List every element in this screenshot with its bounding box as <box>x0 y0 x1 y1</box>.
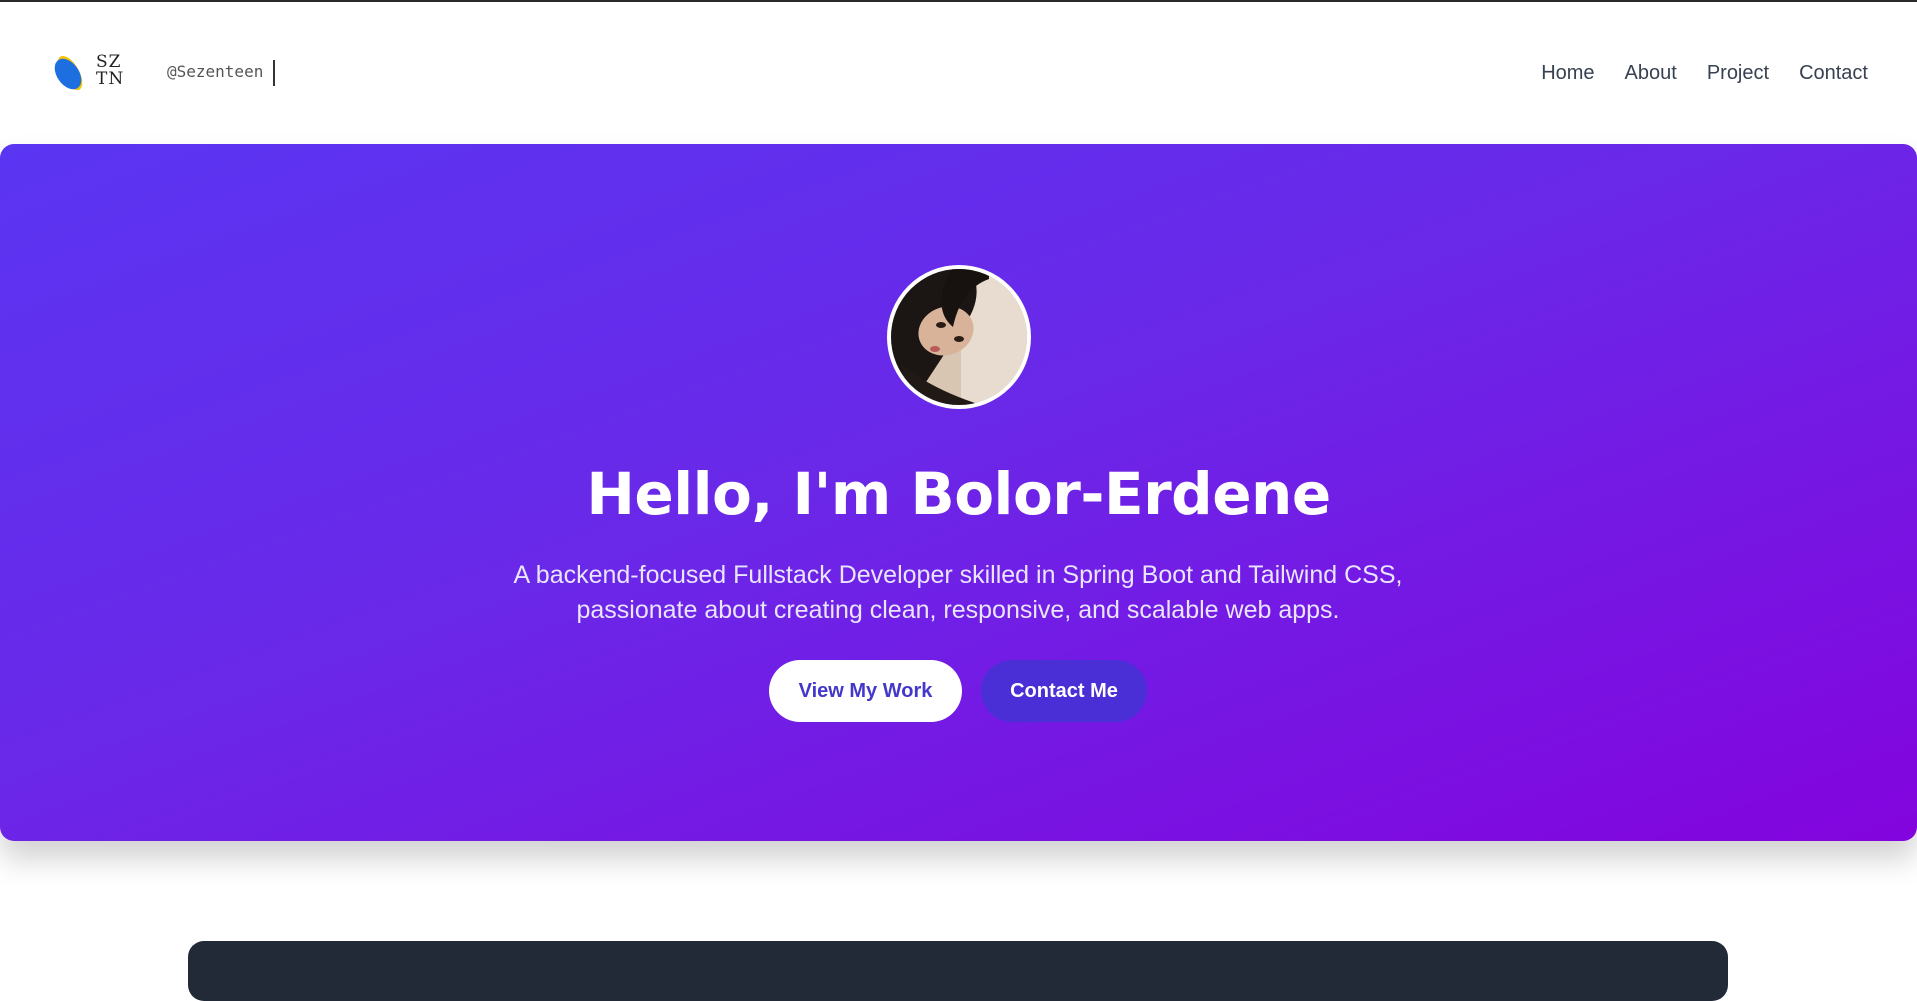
contact-me-button[interactable]: Contact Me <box>981 660 1147 722</box>
hero-subtitle-line1: A backend-focused Fullstack Developer sk… <box>513 561 1403 589</box>
typing-cursor <box>273 60 275 86</box>
hero-section: Hello, I'm Bolor-Erdene A backend-focuse… <box>0 144 1917 841</box>
logo-icon[interactable] <box>52 52 88 94</box>
handle-text: @Sezenteen <box>167 62 264 81</box>
main-nav: Home About Project Contact <box>1541 62 1868 85</box>
hero-title: Hello, I'm Bolor-Erdene <box>586 460 1331 528</box>
nav-project[interactable]: Project <box>1707 62 1769 85</box>
logo-text-line2: TN <box>96 69 125 89</box>
profile-photo <box>891 269 1027 405</box>
nav-home[interactable]: Home <box>1541 62 1594 85</box>
site-header: SZ TN @Sezenteen Home About Project Cont… <box>0 2 1917 144</box>
nav-about[interactable]: About <box>1625 62 1677 85</box>
logo-text: SZ TN <box>96 54 124 88</box>
view-my-work-button[interactable]: View My Work <box>769 660 962 722</box>
hero-subtitle: A backend-focused Fullstack Developer sk… <box>458 558 1458 628</box>
hero-subtitle-line2: passionate about creating clean, respons… <box>576 596 1340 624</box>
avatar <box>887 265 1031 409</box>
nav-contact[interactable]: Contact <box>1799 62 1868 85</box>
next-section-panel <box>188 941 1728 1001</box>
